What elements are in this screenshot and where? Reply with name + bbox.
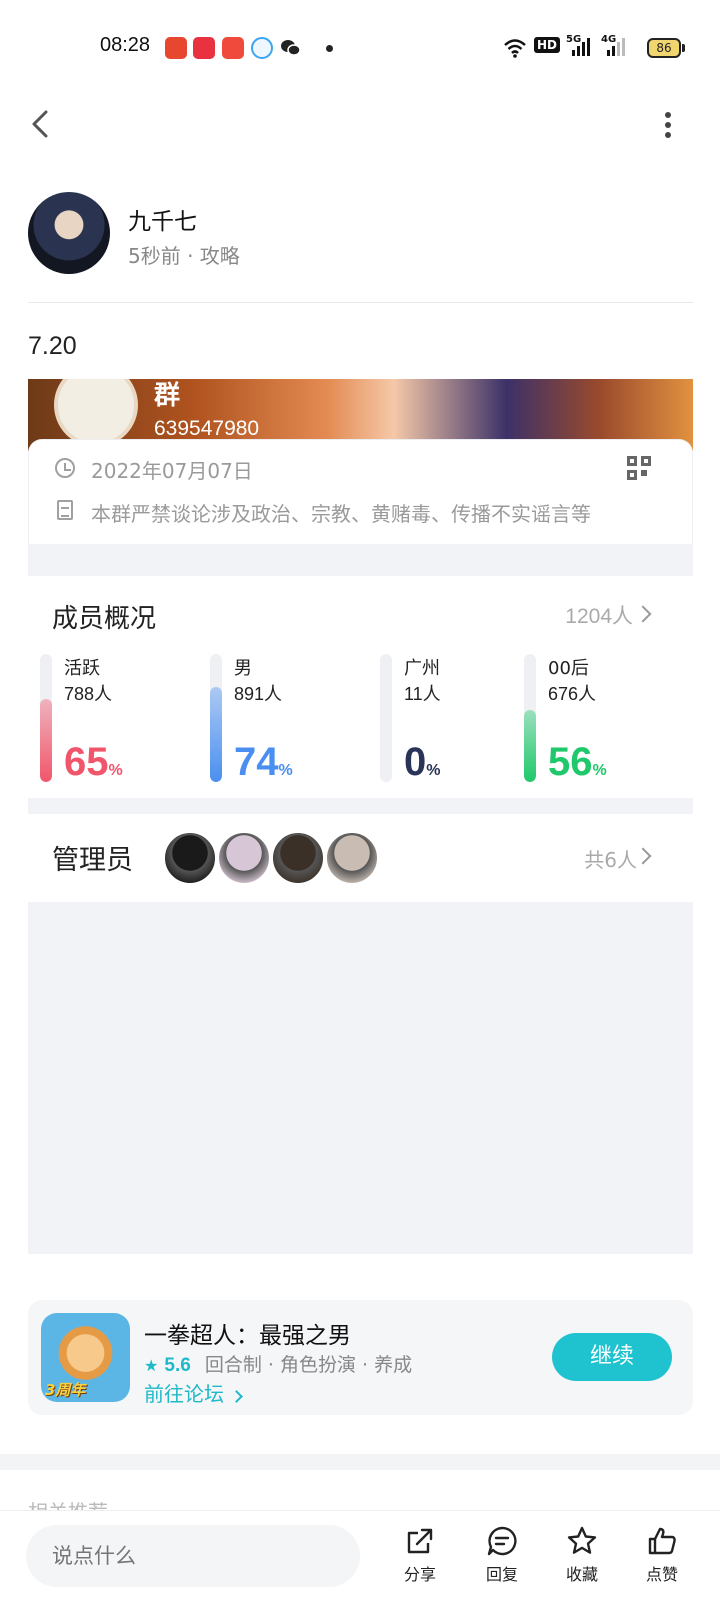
stat-bar [210, 687, 222, 782]
status-time: 08:28 [100, 34, 151, 56]
game-icon: 3周年 [41, 1313, 130, 1402]
wechat-icon [280, 37, 302, 59]
group-avatar [54, 379, 138, 447]
divider [28, 302, 693, 303]
image-blank-area [28, 902, 693, 1254]
qr-code-icon [627, 456, 653, 482]
stat-bar [40, 698, 52, 782]
members-total: 1204人 [565, 605, 633, 628]
admin-avatar [164, 832, 216, 884]
bottom-action-bar: 分享 回复 收藏 点赞 [0, 1510, 720, 1600]
status-bar: 08:28 HD 5G 4G 86 [0, 0, 720, 96]
xiaohongshu-app-icon [193, 37, 215, 59]
stat-percent: 0% [404, 740, 441, 784]
more-dot-icon [665, 112, 671, 118]
stat-region: 广州 11人 0% [368, 654, 528, 784]
members-title: 成员概况 [52, 604, 157, 634]
hd-indicator: HD [534, 37, 561, 53]
admin-avatar [272, 832, 324, 884]
clock-icon [55, 458, 75, 478]
chevron-right-icon [230, 1390, 244, 1403]
post-title: 7.20 [28, 332, 77, 360]
wifi-icon [503, 38, 527, 62]
chevron-right-icon [634, 605, 652, 623]
admins-row: 管理员 共6人 [28, 814, 693, 902]
more-notifications-dot [326, 45, 333, 52]
like-button[interactable]: 点赞 [632, 1525, 692, 1595]
group-info-card: 2022年07月07日 本群严禁谈论涉及政治、宗教、黄赌毒、传播不实谣言等 [28, 439, 693, 544]
stat-age: 00后 676人 56% [512, 654, 672, 784]
admin-avatar [218, 832, 270, 884]
post-image[interactable]: 群 639547980 2022年07月07日 本群严禁谈论涉及政治、宗教、黄赌… [28, 379, 693, 1254]
back-button[interactable] [22, 104, 62, 144]
author-avatar[interactable] [28, 192, 110, 274]
more-options-button[interactable] [658, 108, 678, 144]
comment-input[interactable] [26, 1525, 360, 1587]
game-card[interactable]: 3周年 一拳超人：最强之男 ★ 5.6 回合制 · 角色扮演 · 养成 前往论坛… [28, 1300, 693, 1415]
continue-button[interactable]: 继续 [552, 1333, 672, 1381]
stat-percent: 65% [64, 740, 123, 784]
members-overview: 成员概况 1204人 活跃 788人 65% 男 891人 74% 广州 11人… [28, 576, 693, 798]
game-meta: ★ 5.6 回合制 · 角色扮演 · 养成 [144, 1350, 412, 1377]
stat-percent: 56% [548, 740, 607, 784]
toutiao-app-icon [165, 37, 187, 59]
document-icon [57, 500, 73, 520]
forum-link[interactable]: 前往论坛 [144, 1378, 244, 1407]
game-score: 5.6 [164, 1355, 191, 1376]
thumbs-up-icon [648, 1527, 676, 1555]
admins-title: 管理员 [52, 845, 133, 876]
chevron-right-icon [634, 847, 652, 865]
group-created-date: 2022年07月07日 [91, 459, 253, 483]
game-tags: 回合制 · 角色扮演 · 养成 [204, 1354, 413, 1376]
battery-tip [682, 44, 685, 52]
chevron-left-icon [32, 110, 48, 138]
stat-percent: 74% [234, 740, 293, 784]
group-id: 639547980 [154, 417, 260, 440]
star-icon: ★ [144, 1356, 159, 1375]
reply-button[interactable]: 回复 [472, 1525, 532, 1595]
admin-avatar [326, 832, 378, 884]
video-app-icon [222, 37, 244, 59]
author-name[interactable]: 九千七 [128, 202, 197, 236]
share-icon [407, 1528, 433, 1554]
battery-indicator: 86 [647, 38, 681, 58]
section-separator [0, 1454, 720, 1470]
browser-app-icon [251, 37, 273, 59]
share-button[interactable]: 分享 [390, 1525, 450, 1595]
admins-total: 共6人 [584, 848, 637, 872]
stat-active: 活跃 788人 65% [28, 654, 188, 784]
star-outline-icon [567, 1526, 597, 1554]
stat-bar [524, 710, 536, 782]
post-meta: 5秒前 · 攻略 [128, 244, 240, 268]
group-rules: 本群严禁谈论涉及政治、宗教、黄赌毒、传播不实谣言等 [91, 502, 591, 526]
favorite-button[interactable]: 收藏 [552, 1525, 612, 1595]
stat-male: 男 891人 74% [198, 654, 358, 784]
game-title: 一拳超人：最强之男 [144, 1323, 351, 1349]
comment-icon [487, 1526, 517, 1556]
group-name: 群 [154, 381, 181, 411]
